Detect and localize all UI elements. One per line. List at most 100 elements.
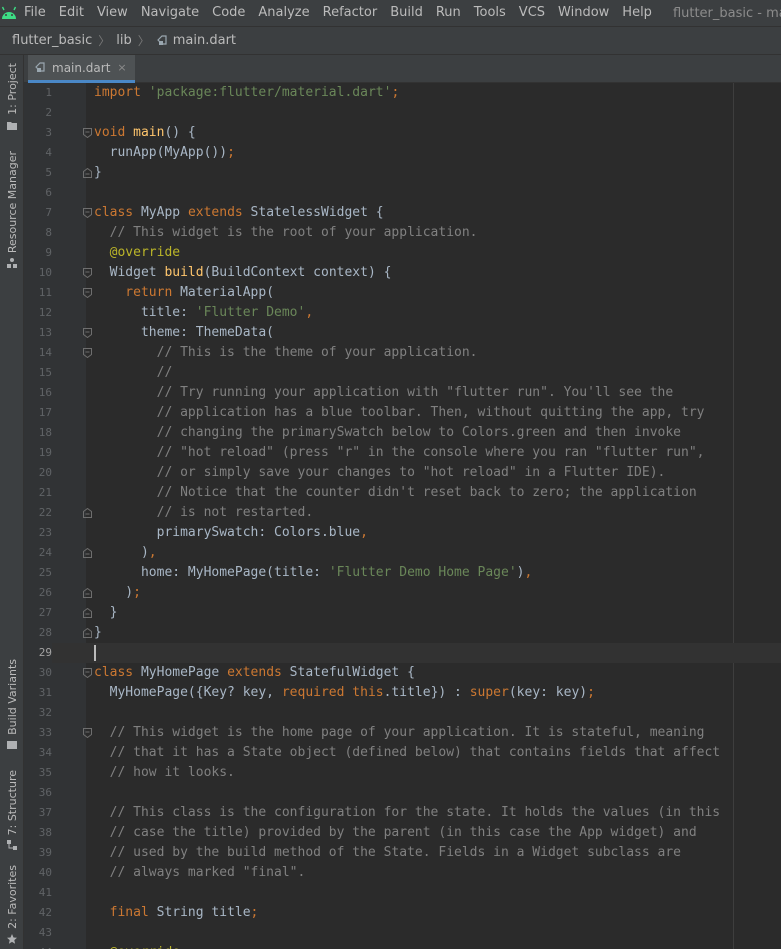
menu-vcs[interactable]: VCS [513,0,552,26]
code-line[interactable]: 33 // This widget is the home page of yo… [24,723,781,743]
menu-build[interactable]: Build [384,0,430,26]
code-line[interactable]: 2 [24,103,781,123]
code-line[interactable]: 6 [24,183,781,203]
code-line[interactable]: 34 // that it has a State object (define… [24,743,781,763]
code-line[interactable]: 13 theme: ThemeData( [24,323,781,343]
code-line[interactable]: 44 @override [24,943,781,949]
menu-analyze[interactable]: Analyze [252,0,316,26]
code-token: super [469,685,509,700]
code-editor[interactable]: 1 import 'package:flutter/material.dart';… [24,83,781,949]
code-line[interactable]: 36 [24,783,781,803]
fold-open-icon[interactable] [83,288,92,298]
code-token: theme: ThemeData( [94,325,275,340]
build-variants-tool-button[interactable]: Build Variants [0,659,24,751]
menu-help[interactable]: Help [616,0,659,26]
code-line[interactable]: 25 home: MyHomePage(title: 'Flutter Demo… [24,563,781,583]
tab-main-dart[interactable]: main.dart × [28,55,135,83]
code-line[interactable]: 23 primarySwatch: Colors.blue, [24,523,781,543]
code-token: void [94,125,126,140]
breadcrumb-folder[interactable]: lib [116,33,131,48]
code-line[interactable]: 29 [24,643,781,663]
menu-run[interactable]: Run [430,0,468,26]
code-token: // application has a blue toolbar. Then,… [94,405,705,420]
fold-open-icon[interactable] [83,208,92,218]
code-line[interactable]: 31 MyHomePage({Key? key, required this.t… [24,683,781,703]
breadcrumb-file[interactable]: main.dart [173,33,236,48]
fold-open-icon[interactable] [83,668,92,678]
code-line[interactable]: 16 // Try running your application with … [24,383,781,403]
code-line[interactable]: 27 } [24,603,781,623]
code-line[interactable]: 19 // "hot reload" (press "r" in the con… [24,443,781,463]
fold-open-icon[interactable] [83,348,92,358]
menu-window[interactable]: Window [552,0,616,26]
code-line[interactable]: 17 // application has a blue toolbar. Th… [24,403,781,423]
code-line[interactable]: 38 // case the title) provided by the pa… [24,823,781,843]
menu-view[interactable]: View [91,0,135,26]
menu-code[interactable]: Code [206,0,252,26]
code-line[interactable]: 22 // is not restarted. [24,503,781,523]
code-token: StatelessWidget { [242,205,384,220]
fold-close-icon[interactable] [83,168,92,178]
code-line[interactable]: 37 // This class is the configuration fo… [24,803,781,823]
code-line[interactable]: 9 @override [24,243,781,263]
code-token: class [94,665,134,680]
menu-file[interactable]: File [18,0,53,26]
structure-tool-button[interactable]: 7: Structure [0,770,24,851]
code-token: ) [94,545,149,560]
code-line[interactable]: 3 void main() { [24,123,781,143]
code-line[interactable]: 1 import 'package:flutter/material.dart'; [24,83,781,103]
text-caret [94,645,96,661]
code-text: } [94,623,102,643]
code-line[interactable]: 14 // This is the theme of your applicat… [24,343,781,363]
line-number: 4 [45,146,52,159]
code-token: // This widget is the home page of your … [94,725,705,740]
code-line[interactable]: 42 final String title; [24,903,781,923]
close-icon[interactable]: × [117,61,126,74]
code-line[interactable]: 28} [24,623,781,643]
favorites-tool-button[interactable]: 2: Favorites [0,865,24,945]
code-line[interactable]: 35 // how it looks. [24,763,781,783]
line-number: 25 [38,566,52,579]
menu-edit[interactable]: Edit [53,0,91,26]
fold-close-icon[interactable] [83,628,92,638]
code-line[interactable]: 12 title: 'Flutter Demo', [24,303,781,323]
code-line[interactable]: 5} [24,163,781,183]
breadcrumb-project[interactable]: flutter_basic [12,33,92,48]
code-token: // "hot reload" (press "r" in the consol… [94,445,705,460]
code-line[interactable]: 15 // [24,363,781,383]
code-line[interactable]: 24 ), [24,543,781,563]
code-token: 'Flutter Demo' [195,305,306,320]
code-line[interactable]: 40 // always marked "final". [24,863,781,883]
code-line[interactable]: 32 [24,703,781,723]
code-token: } [94,625,102,640]
code-text: // how it looks. [94,763,235,783]
fold-close-icon[interactable] [83,508,92,518]
code-line[interactable]: 30 class MyHomePage extends StatefulWidge… [24,663,781,683]
code-line[interactable]: 21 // Notice that the counter didn't res… [24,483,781,503]
project-tool-button[interactable]: 1: Project [0,63,24,131]
code-line[interactable]: 11 return MaterialApp( [24,283,781,303]
code-line[interactable]: 41 [24,883,781,903]
fold-close-icon[interactable] [83,548,92,558]
menu-tools[interactable]: Tools [468,0,513,26]
code-line[interactable]: 18 // changing the primarySwatch below t… [24,423,781,443]
fold-open-icon[interactable] [83,128,92,138]
code-line[interactable]: 43 [24,923,781,943]
code-line[interactable]: 4 runApp(MyApp()); [24,143,781,163]
menu-navigate[interactable]: Navigate [135,0,206,26]
code-line[interactable]: 8 // This widget is the root of your app… [24,223,781,243]
code-line[interactable]: 20 // or simply save your changes to "ho… [24,463,781,483]
fold-close-icon[interactable] [83,588,92,598]
menu-refactor[interactable]: Refactor [317,0,385,26]
code-line[interactable]: 26 ); [24,583,781,603]
fold-open-icon[interactable] [83,328,92,338]
line-number: 6 [45,186,52,199]
code-line[interactable]: 39 // used by the build method of the St… [24,843,781,863]
resource-manager-tool-button[interactable]: Resource Manager [0,151,24,269]
code-line[interactable]: 10 Widget build(BuildContext context) { [24,263,781,283]
code-line[interactable]: 7 class MyApp extends StatelessWidget { [24,203,781,223]
fold-close-icon[interactable] [83,608,92,618]
fold-open-icon[interactable] [83,728,92,738]
fold-open-icon[interactable] [83,268,92,278]
code-token: , [148,545,157,560]
